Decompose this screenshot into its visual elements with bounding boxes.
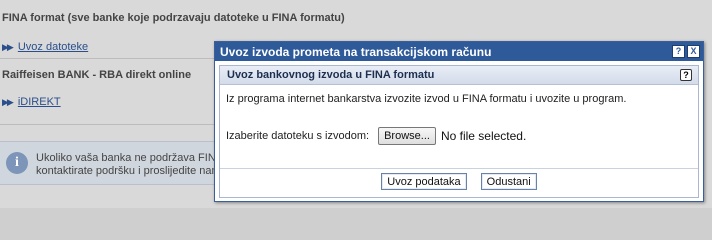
dialog-titlebar[interactable]: Uvoz izvoda prometa na transakcijskom ra… <box>215 42 703 61</box>
divider <box>0 58 215 59</box>
help-icon[interactable]: ? <box>672 45 685 58</box>
dialog-title: Uvoz izvoda prometa na transakcijskom ra… <box>220 44 492 59</box>
browse-button[interactable]: Browse... <box>378 127 436 145</box>
cancel-button[interactable]: Odustani <box>480 173 537 190</box>
idirekt-label[interactable]: iDIREKT <box>18 96 61 108</box>
section-header: Uvoz bankovnog izvoda u FINA formatu ? <box>220 66 698 85</box>
uvoz-datoteke-link[interactable]: ▶▶ Uvoz datoteke <box>2 41 88 53</box>
file-label: Izaberite datoteku s izvodom: <box>226 130 370 142</box>
import-dialog: Uvoz izvoda prometa na transakcijskom ra… <box>214 41 704 202</box>
footer-divider <box>220 168 698 169</box>
info-box: i Ukoliko vaša banka ne podržava FINA ko… <box>0 141 216 185</box>
double-chevron-right-icon: ▶▶ <box>2 96 14 107</box>
dialog-panel: Uvoz bankovnog izvoda u FINA formatu ? I… <box>219 65 699 198</box>
raiffeisen-heading: Raiffeisen BANK - RBA direkt online <box>2 69 192 81</box>
info-line-1: Ukoliko vaša banka ne podržava FINA <box>36 152 214 164</box>
double-chevron-right-icon: ▶▶ <box>2 41 14 52</box>
info-line-2: kontaktirate podršku i proslijedite nam <box>36 165 214 177</box>
section-title: Uvoz bankovnog izvoda u FINA formatu <box>227 69 435 81</box>
info-icon: i <box>6 152 28 174</box>
titlebar-buttons: ? X <box>672 45 700 58</box>
fina-heading: FINA format (sve banke koje podrzavaju d… <box>2 12 345 24</box>
divider <box>0 124 215 125</box>
idirekt-link[interactable]: ▶▶ iDIREKT <box>2 96 61 108</box>
section-help-icon[interactable]: ? <box>680 69 692 81</box>
close-icon[interactable]: X <box>687 45 700 58</box>
info-text: Ukoliko vaša banka ne podržava FINA kont… <box>36 152 214 178</box>
description-text: Iz programa internet bankarstva izvozite… <box>226 93 627 105</box>
import-button[interactable]: Uvoz podataka <box>381 173 467 190</box>
no-file-status: No file selected. <box>440 129 527 143</box>
button-row: Uvoz podataka Odustani <box>220 173 698 190</box>
file-picker-row: Izaberite datoteku s izvodom: Browse... … <box>226 127 526 145</box>
uvoz-datoteke-label[interactable]: Uvoz datoteke <box>18 41 88 53</box>
